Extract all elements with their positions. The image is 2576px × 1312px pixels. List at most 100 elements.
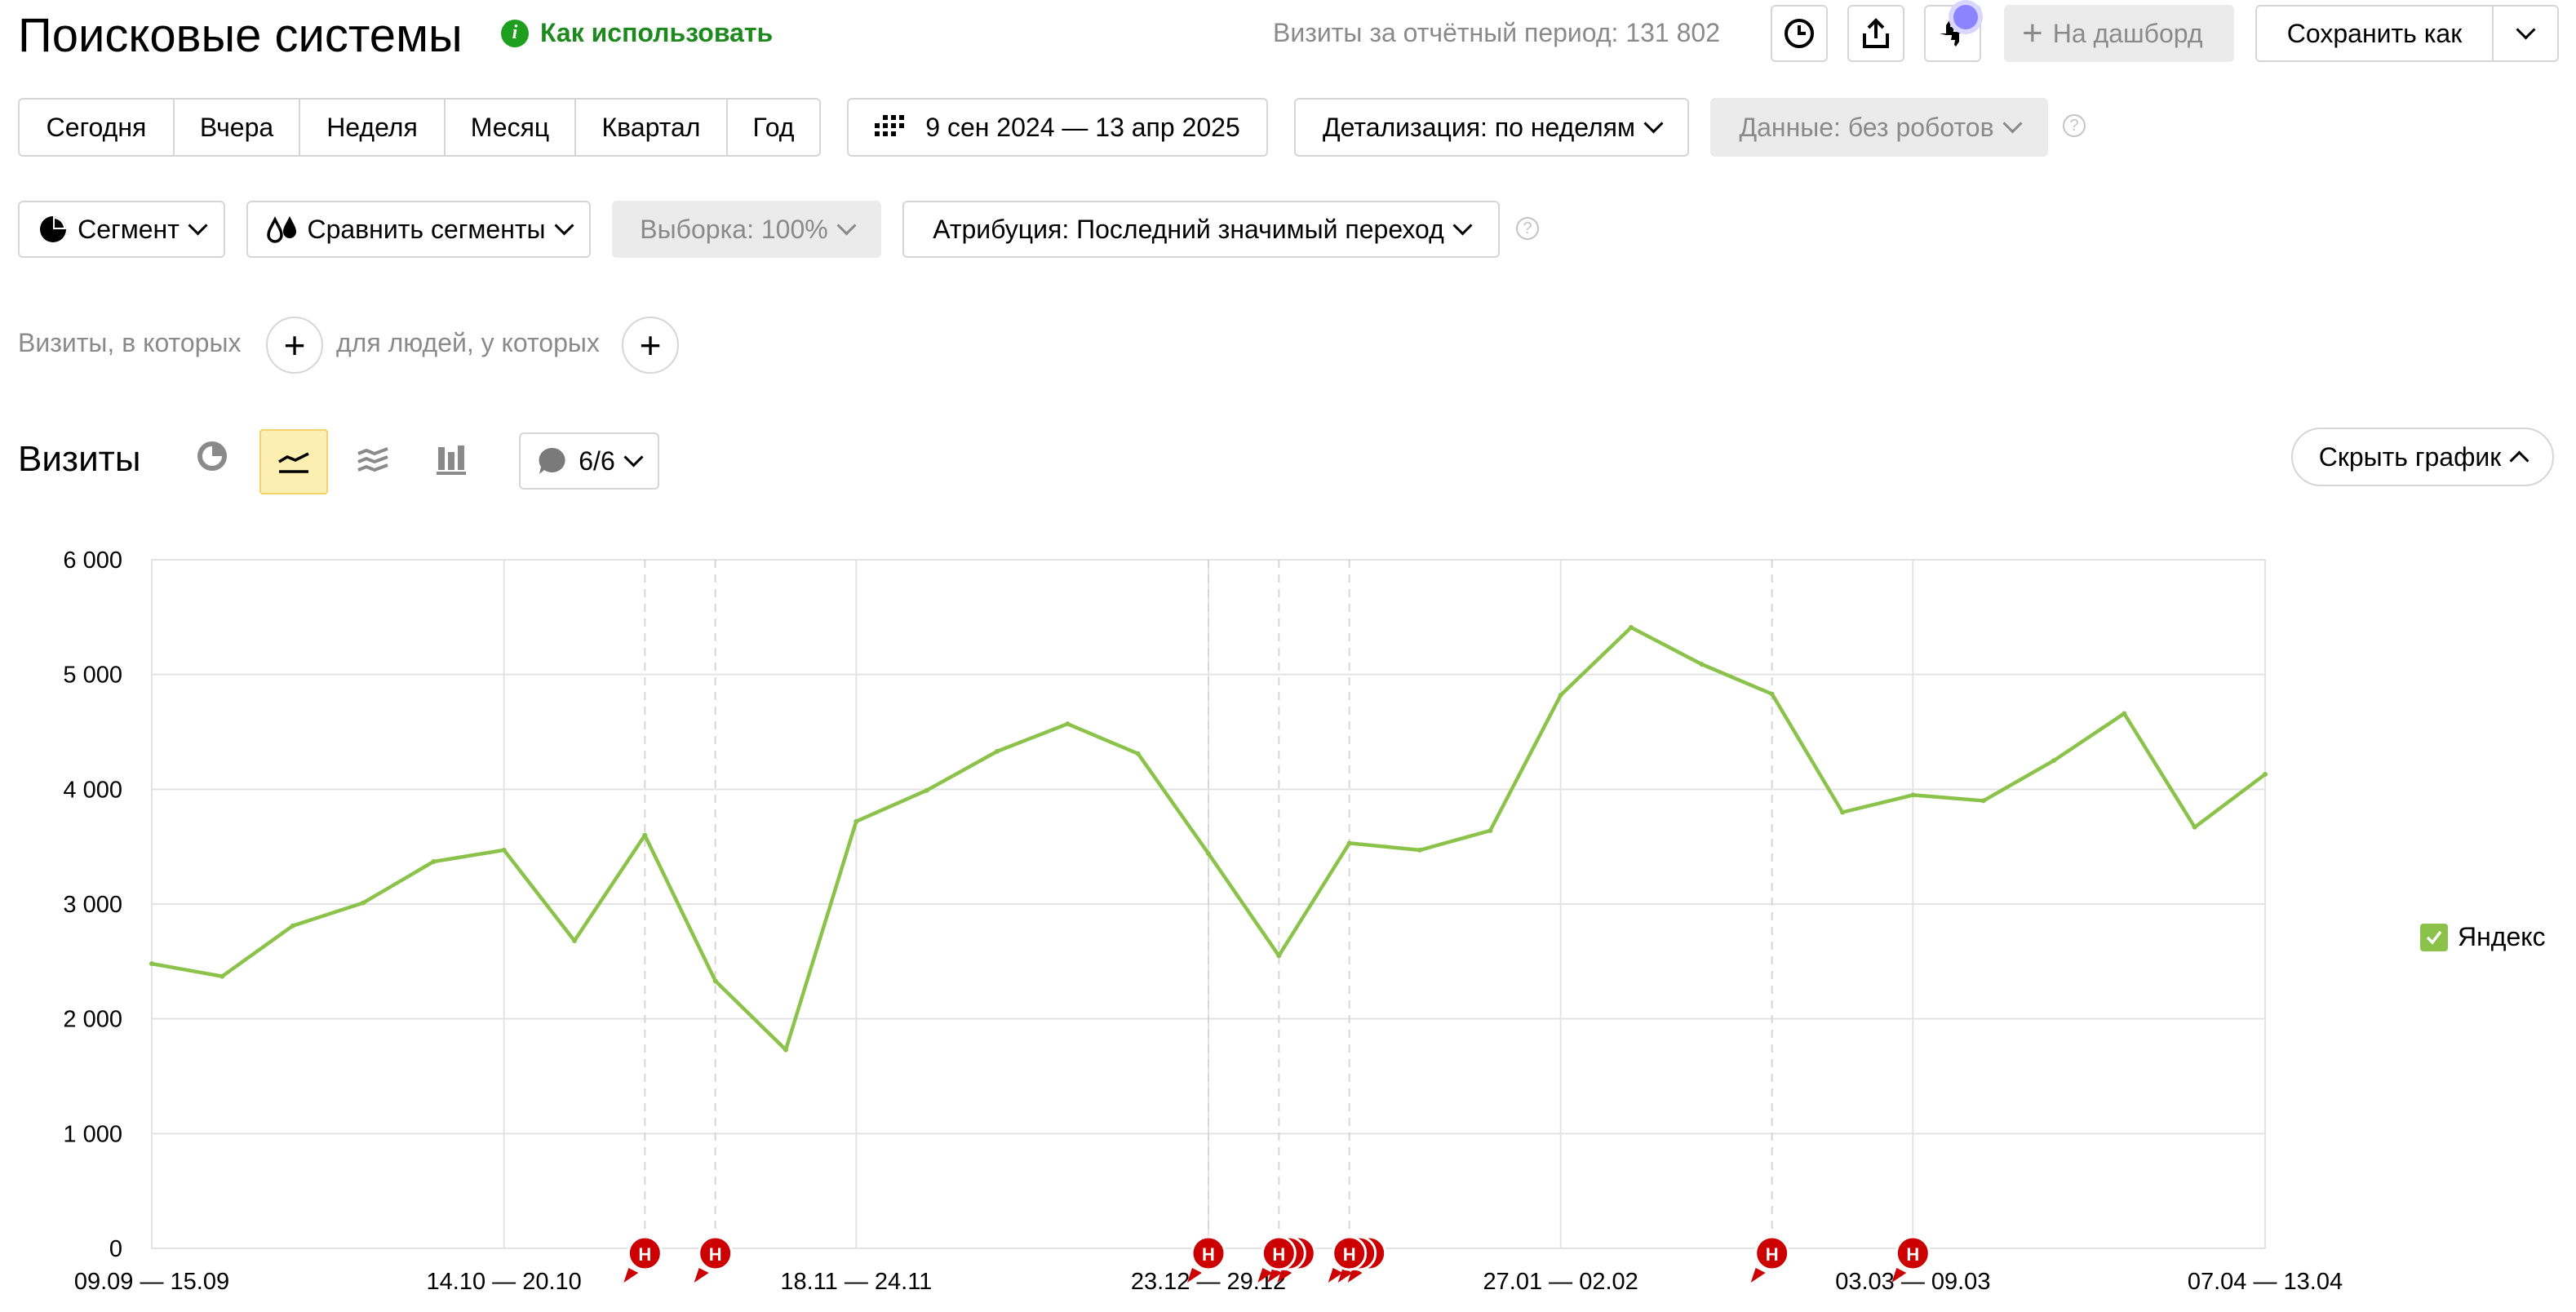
x-tick-label: 27.01 — 02.02 [1483,1269,1638,1295]
stacked-area-icon [357,447,388,472]
plus-icon: + [2022,13,2043,53]
line-chart-icon [278,452,309,473]
help-link[interactable]: i Как использовать [501,18,773,48]
data-point [995,748,1000,754]
data-point [1629,624,1634,630]
data-select[interactable]: Данные: без роботов [1710,98,2048,157]
help-link-label: Как использовать [540,18,774,47]
note-marker-tail [623,1268,639,1283]
data-point [2122,711,2127,716]
export-button[interactable] [1847,5,1904,62]
date-range-label: 9 сен 2024 — 13 апр 2025 [925,112,1240,142]
view-line-button[interactable] [259,429,328,494]
compare-segments-button[interactable]: Сравнить сегменты [246,201,591,258]
date-range-button[interactable]: 9 сен 2024 — 13 апр 2025 [847,98,1268,157]
attribution-select[interactable]: Атрибуция: Последний значимый переход [902,201,1500,258]
legend-label: Яндекс [2458,922,2546,951]
data-point [1417,847,1422,853]
y-tick-label: 4 000 [63,777,122,803]
data-point [290,923,295,929]
data-point [1135,751,1141,756]
note-marker-label: Н [638,1244,651,1265]
add-to-dashboard-button[interactable]: + На дашборд [2004,5,2234,62]
compare-drops-icon [267,216,297,243]
period-week[interactable]: Неделя [299,98,446,157]
add-visit-condition-button[interactable]: + [266,317,323,374]
save-as-button[interactable]: Сохранить как [2255,5,2494,62]
note-marker-label: Н [1202,1244,1215,1265]
detail-select[interactable]: Детализация: по неделям [1294,98,1689,157]
data-point [2051,758,2056,764]
period-quarter[interactable]: Квартал [574,98,728,157]
period-week-label: Неделя [326,112,418,142]
chevron-down-icon [188,215,208,236]
people-condition-label: для людей, у которых [336,328,600,357]
data-point [572,938,577,944]
y-tick-label: 6 000 [63,547,122,574]
y-tick-label: 1 000 [63,1121,122,1147]
view-bar-button[interactable] [431,436,472,485]
period-month[interactable]: Месяц [444,98,576,157]
data-point [1065,721,1071,727]
data-point [783,1047,788,1053]
data-point [361,900,366,906]
data-point [1276,953,1282,959]
data-point [1910,792,1916,798]
data-point [501,847,507,853]
chevron-down-icon [2515,19,2536,40]
x-tick-label: 18.11 — 24.11 [780,1269,932,1295]
data-point [1980,798,1986,804]
pie-view-icon [197,441,227,471]
period-year-label: Год [752,112,795,142]
data-point [1769,691,1775,697]
segment-button[interactable]: Сегмент [18,201,225,258]
add-people-condition-button[interactable]: + [622,317,679,374]
x-tick-label: 09.09 — 15.09 [74,1269,229,1295]
legend-item-yandex[interactable]: Яндекс [2420,922,2546,952]
period-year[interactable]: Год [726,98,821,157]
info-icon: i [501,19,529,47]
data-point [1699,662,1705,667]
period-yesterday[interactable]: Вчера [173,98,300,157]
plus-icon: + [639,324,662,366]
data-point [2263,772,2268,778]
help-icon[interactable]: ? [2063,114,2086,137]
data-point [149,961,154,967]
notes-count: 6/6 [579,445,615,476]
segment-label: Сегмент [78,214,180,244]
period-today[interactable]: Сегодня [18,98,175,157]
share-icon [1863,18,1889,48]
hide-chart-label: Скрыть график [2318,441,2502,472]
data-point [431,858,437,864]
chevron-up-icon [2509,450,2529,471]
view-pie-button[interactable] [194,436,230,476]
period-today-label: Сегодня [46,112,147,142]
visits-summary: Визиты за отчётный период: 131 802 [1273,18,1720,47]
note-marker-label: Н [1906,1244,1919,1265]
x-tick-label: 07.04 — 13.04 [2188,1269,2343,1295]
pie-chart-icon [40,216,67,242]
chevron-down-icon [1452,215,1473,236]
sample-select[interactable]: Выборка: 100% [612,201,881,258]
calendar-icon [875,115,905,136]
note-marker-tail [1750,1268,1766,1283]
data-point [853,818,859,824]
data-point [1206,851,1211,857]
legend-checkbox[interactable] [2420,923,2448,951]
history-button[interactable] [1771,5,1828,62]
data-point [1488,827,1493,833]
help-icon[interactable]: ? [1516,217,1539,240]
save-as-dropdown[interactable] [2492,5,2559,62]
notes-toggle-button[interactable]: 6/6 [519,432,659,490]
y-tick-label: 3 000 [63,892,122,918]
hide-chart-button[interactable]: Скрыть график [2291,428,2554,486]
y-tick-label: 0 [109,1236,122,1262]
period-month-label: Месяц [470,112,550,142]
y-tick-label: 2 000 [63,1007,122,1033]
data-point [1558,692,1563,698]
chevron-down-icon [1643,113,1664,134]
data-select-label: Данные: без роботов [1739,112,1994,142]
x-tick-label: 14.10 — 20.10 [427,1269,582,1295]
data-point [219,973,225,979]
view-area-button[interactable] [352,436,393,485]
